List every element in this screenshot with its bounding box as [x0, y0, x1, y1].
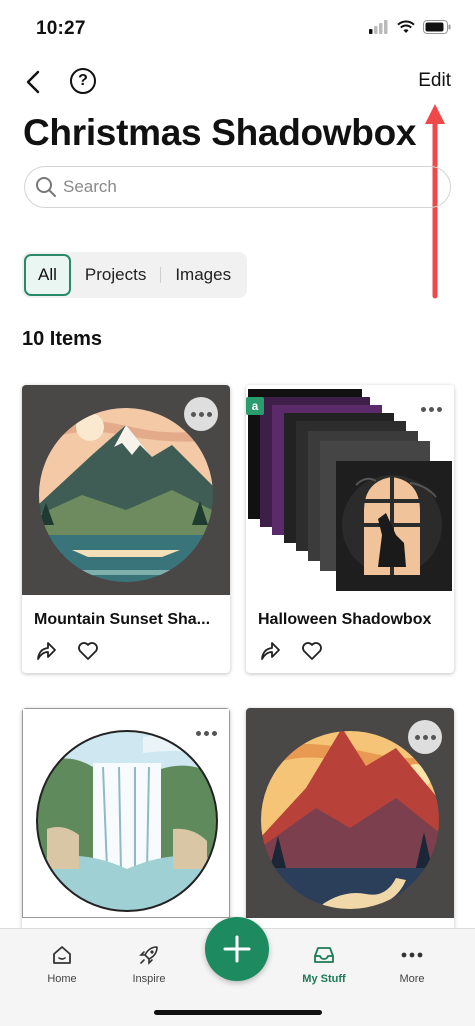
filter-segmented-control: All Projects Images — [22, 252, 248, 298]
home-icon — [53, 946, 71, 964]
home-indicator — [154, 1010, 322, 1015]
status-bar: 10:27 — [0, 0, 475, 56]
rocket-icon — [139, 946, 158, 965]
question-icon: ? — [78, 72, 88, 89]
search-input[interactable] — [63, 177, 423, 197]
more-dots-icon — [401, 952, 423, 958]
halloween-shadowbox-image[interactable]: a — [246, 385, 454, 595]
edit-button[interactable]: Edit — [418, 70, 451, 92]
card-more-button[interactable] — [408, 720, 442, 754]
create-fab-button[interactable] — [205, 917, 269, 981]
inbox-icon — [314, 947, 334, 963]
share-icon[interactable] — [258, 639, 282, 663]
access-badge: a — [246, 397, 264, 415]
tab-inspire-label: Inspire — [132, 973, 166, 985]
search-icon — [36, 177, 56, 197]
waterfall-art — [36, 730, 218, 912]
card-actions — [258, 639, 454, 663]
card-more-button[interactable] — [421, 407, 442, 412]
share-icon[interactable] — [34, 639, 58, 663]
back-button[interactable] — [18, 66, 48, 98]
filter-images[interactable]: Images — [161, 254, 245, 296]
page-title: Christmas Shadowbox — [23, 112, 417, 153]
heart-icon[interactable] — [300, 639, 324, 663]
help-button[interactable]: ? — [70, 68, 96, 94]
tab-my-stuff[interactable]: My Stuff — [284, 943, 364, 985]
card-more-button[interactable] — [196, 731, 217, 736]
card-title[interactable]: Mountain Sunset Sha... — [34, 611, 218, 629]
filter-projects[interactable]: Projects — [71, 254, 160, 296]
tab-my-stuff-label: My Stuff — [302, 973, 346, 985]
card-actions — [34, 639, 230, 663]
project-card[interactable] — [246, 708, 454, 948]
items-count: 10 Items — [22, 328, 103, 350]
project-card[interactable]: a Halloween Shadowbox — [246, 385, 454, 673]
chevron-left-icon — [26, 70, 40, 94]
filter-all[interactable]: All — [24, 254, 71, 296]
tab-home[interactable]: Home — [22, 943, 102, 985]
tab-more-label: More — [399, 973, 425, 985]
waterfall-image[interactable] — [22, 708, 230, 918]
plus-icon — [223, 935, 251, 963]
status-time: 10:27 — [36, 18, 86, 39]
signal-icon — [369, 20, 388, 34]
project-card[interactable]: Mountain Sunset Sha... — [22, 385, 230, 673]
card-title[interactable]: Halloween Shadowbox — [258, 611, 442, 629]
tab-more[interactable]: More — [372, 943, 452, 985]
heart-icon[interactable] — [76, 639, 100, 663]
halloween-shadowbox-art — [248, 389, 452, 591]
search-bar[interactable] — [24, 166, 451, 208]
card-more-button[interactable] — [184, 397, 218, 431]
mountain-sunset-image[interactable] — [22, 385, 230, 595]
nav-bar: ? Edit — [0, 60, 475, 104]
tab-inspire[interactable]: Inspire — [109, 943, 189, 985]
battery-icon — [423, 20, 451, 34]
status-icons — [369, 20, 451, 34]
tab-home-label: Home — [47, 973, 77, 985]
red-mountain-image[interactable] — [246, 708, 454, 918]
project-card[interactable] — [22, 708, 230, 948]
wifi-icon — [397, 20, 415, 33]
